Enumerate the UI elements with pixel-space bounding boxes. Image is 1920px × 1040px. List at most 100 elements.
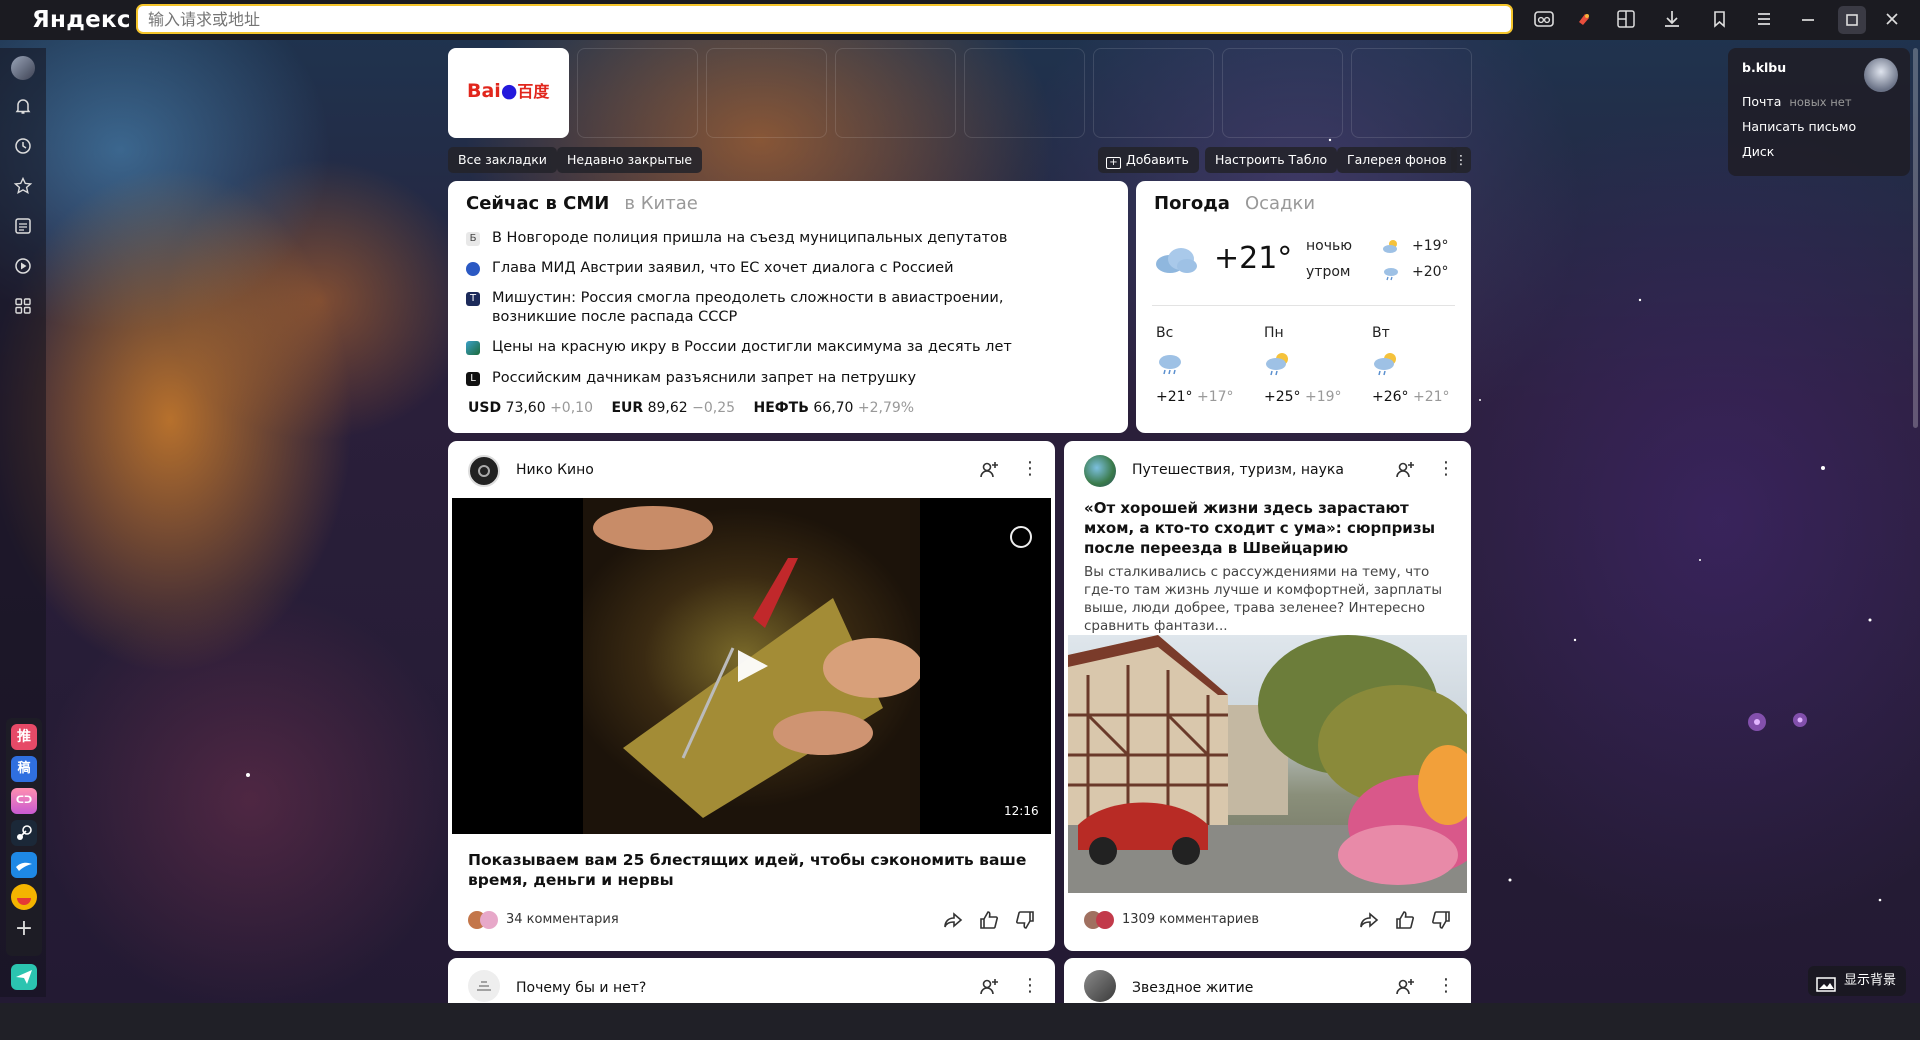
tile-empty-4[interactable] [964,48,1085,138]
news-item[interactable]: L Российским дачникам разъяснили запрет … [466,369,1086,388]
app-bilibili-icon[interactable]: ᑕᑐ [11,788,37,814]
compose-mail-link[interactable]: Написать письмо [1742,119,1856,134]
tile-empty-2[interactable] [706,48,827,138]
channel-name[interactable]: Нико Кино [516,462,594,478]
article-snippet[interactable]: Вы сталкивались с рассуждениями на тему,… [1084,563,1459,635]
channel-name[interactable]: Почему бы и нет? [516,980,646,996]
notifications-bell-icon[interactable] [11,96,35,120]
news-item[interactable]: T Мишустин: Россия смогла преодолеть сло… [466,289,1086,327]
oil-label[interactable]: НЕФТЬ [754,400,809,416]
maximize-icon[interactable] [1838,6,1866,34]
channel-avatar[interactable] [468,970,500,1002]
channel-avatar[interactable] [1084,455,1116,487]
tile-empty-6[interactable] [1222,48,1343,138]
recently-closed-button[interactable]: Недавно закрытые [557,147,703,173]
app-xiaomi-note-icon[interactable]: 稿 [11,756,37,782]
app-bird-icon[interactable] [11,852,37,878]
minimize-icon[interactable] [1796,8,1820,32]
close-icon[interactable] [1880,8,1904,32]
news-item[interactable]: Цены на красную икру в России достигли м… [466,338,1086,357]
services-grid-icon[interactable] [11,296,35,320]
share-icon[interactable] [1358,909,1380,935]
precipitation-tab[interactable]: Осадки [1245,193,1315,214]
news-item[interactable]: Глава МИД Австрии заявил, что ЕС хочет д… [466,259,1086,278]
address-bar[interactable] [136,4,1513,34]
comments-count[interactable]: 34 комментария [506,912,619,927]
all-bookmarks-button[interactable]: Все закладки [448,147,557,173]
weather-title[interactable]: Погода [1154,193,1230,214]
show-background-button[interactable]: 显示背景 [1808,966,1906,996]
news-item[interactable]: Б В Новгороде полиция пришла на съезд му… [466,229,1086,248]
video-play-icon[interactable] [11,256,35,280]
subscribe-icon[interactable] [1394,459,1416,485]
extension-icon[interactable] [1572,8,1596,32]
video-settings-icon[interactable] [1010,526,1032,548]
eur-label[interactable]: EUR [611,400,643,416]
baidu-logo-left: Bai [467,80,501,102]
backgrounds-gallery-button[interactable]: Галерея фонов [1337,147,1457,173]
channel-name[interactable]: Путешествия, туризм, наука [1132,462,1344,478]
reader-mode-icon[interactable] [1532,8,1556,32]
profile-avatar-icon[interactable] [11,56,35,80]
menu-icon[interactable] [1752,8,1776,32]
video-title[interactable]: Показываем вам 25 блестящих идей, чтобы … [468,850,1028,890]
channel-avatar[interactable] [468,455,500,487]
video-player[interactable]: 12:16 [452,498,1051,834]
forecast-day[interactable]: Вт +26° +21° [1372,325,1462,405]
dislike-icon[interactable] [1430,909,1452,935]
forecast-day[interactable]: Пн +25° +19° [1264,325,1354,405]
comments-count[interactable]: 1309 комментариев [1122,912,1259,927]
card-more-icon[interactable]: ⋮ [1021,977,1039,995]
zen-feed-icon[interactable] [11,216,35,240]
article-title[interactable]: «От хорошей жизни здесь зарастают мхом, … [1084,498,1456,558]
yandex-logo[interactable]: Яндекс [32,7,131,33]
tile-baidu[interactable]: Bai●百度 [448,48,569,138]
app-messenger-icon[interactable] [11,964,37,990]
channel-name[interactable]: Звездное житие [1132,980,1253,996]
app-yandex-icon[interactable] [11,884,37,910]
add-app-plus-icon[interactable]: + [11,916,37,942]
setup-tablo-button[interactable]: Настроить Табло [1205,147,1338,173]
tile-empty-5[interactable] [1093,48,1214,138]
subscribe-icon[interactable] [978,976,1000,1002]
weather-card[interactable]: Погода Осадки +21° ночью утром +19° +20°… [1136,181,1471,433]
subscribe-icon[interactable] [978,459,1000,485]
browser-toolbar: Яндекс [0,0,1920,40]
article-image[interactable] [1068,635,1467,893]
like-icon[interactable] [1394,909,1416,935]
collections-icon[interactable] [1614,8,1638,32]
mail-link[interactable]: Почта новых нет [1742,94,1852,109]
history-clock-icon[interactable] [11,136,35,160]
forecast-day[interactable]: Вс +21° +17° [1156,325,1246,405]
card-more-icon[interactable]: ⋮ [1437,977,1455,995]
disk-link[interactable]: Диск [1742,144,1774,159]
share-icon[interactable] [942,909,964,935]
like-icon[interactable] [978,909,1000,935]
channel-avatar[interactable] [1084,970,1116,1002]
morning-weather-icon [1382,265,1400,285]
bookmarks-panel-icon[interactable] [1708,8,1732,32]
page-scrollbar[interactable] [1913,48,1918,428]
play-icon[interactable] [732,646,772,690]
app-tuitui-icon[interactable]: 推 [11,724,37,750]
card-more-icon[interactable]: ⋮ [1021,460,1039,478]
downloads-icon[interactable] [1660,8,1684,32]
subscribe-icon[interactable] [1394,976,1416,1002]
news-region[interactable]: в Китае [624,193,697,214]
account-avatar[interactable] [1864,58,1898,92]
card-more-icon[interactable]: ⋮ [1437,460,1455,478]
show-background-label: 显示背景 [1844,973,1897,988]
tile-empty-7[interactable] [1351,48,1472,138]
tile-empty-1[interactable] [577,48,698,138]
feed-card-article: Путешествия, туризм, наука ⋮ «От хорошей… [1064,441,1471,951]
usd-label[interactable]: USD [468,400,501,416]
mail-status: новых нет [1789,95,1852,109]
tile-empty-3[interactable] [835,48,956,138]
favorites-star-icon[interactable] [11,176,35,200]
tablo-more-icon[interactable]: ⋮ [1451,147,1471,173]
add-tile-button[interactable]: + Добавить [1098,147,1199,173]
account-username[interactable]: b.klbu [1742,60,1786,75]
dislike-icon[interactable] [1014,909,1036,935]
news-title[interactable]: Сейчас в СМИ [466,193,609,214]
app-steam-icon[interactable] [11,820,37,846]
